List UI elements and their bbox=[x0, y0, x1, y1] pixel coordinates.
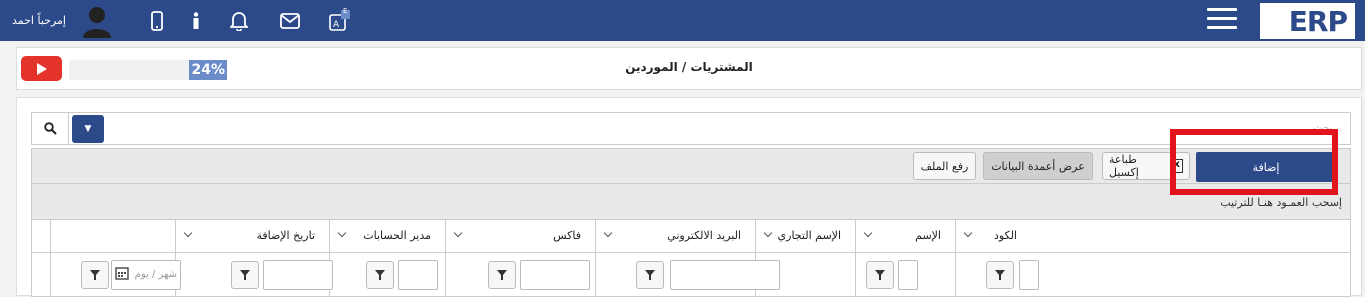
group-panel[interactable]: إسحب العمـود هنـا للترتيب bbox=[31, 184, 1351, 220]
mobile-icon[interactable] bbox=[150, 10, 164, 32]
group-hint: إسحب العمـود هنـا للترتيب bbox=[1220, 196, 1342, 209]
filter-cell-date-added: شهر / يوم bbox=[81, 253, 329, 296]
excel-button-label: طباعة إكسيل bbox=[1109, 153, 1139, 179]
filter-cell-fax bbox=[366, 253, 595, 296]
page-header: 24% المشتريات / الموردين bbox=[16, 47, 1362, 90]
filter-icon[interactable] bbox=[866, 261, 894, 289]
top-navbar: ERP A E إمرحباً احمد bbox=[0, 0, 1365, 41]
grid-header: الكود الإسم الإسم التجاري البريد الالكتر… bbox=[31, 220, 1351, 253]
filter-icon[interactable] bbox=[986, 261, 1014, 289]
search-bar: ▼ بحث... bbox=[31, 112, 1351, 145]
user-avatar-icon[interactable] bbox=[82, 4, 112, 38]
page-title: المشتريات / الموردين bbox=[625, 60, 753, 74]
chevron-down-icon[interactable] bbox=[764, 230, 773, 239]
column-header-trade-name[interactable]: الإسم التجاري bbox=[755, 220, 855, 252]
chevron-down-icon[interactable] bbox=[184, 230, 193, 239]
upload-file-button[interactable]: رفع الملف bbox=[913, 152, 976, 180]
search-hint: بحث... bbox=[1313, 123, 1342, 134]
language-icon[interactable]: A E bbox=[328, 7, 352, 32]
column-header-name[interactable]: الإسم bbox=[855, 220, 955, 252]
chevron-down-icon[interactable] bbox=[338, 230, 347, 239]
search-options-dropdown[interactable]: ▼ bbox=[72, 115, 104, 143]
search-icon bbox=[43, 122, 57, 135]
chevron-down-icon[interactable] bbox=[964, 230, 973, 239]
bell-icon[interactable] bbox=[229, 10, 249, 32]
grid-filter-row: شهر / يوم bbox=[31, 253, 1351, 297]
column-header-account-manager[interactable]: مدير الحسابات bbox=[329, 220, 445, 252]
user-greeting[interactable]: إمرحباً احمد bbox=[12, 14, 66, 27]
mail-icon[interactable] bbox=[279, 10, 301, 32]
language-badge: E bbox=[343, 7, 348, 15]
filter-cell-code bbox=[955, 253, 1039, 296]
filter-input-code[interactable] bbox=[1019, 260, 1039, 290]
export-excel-button[interactable]: طباعة إكسيل bbox=[1102, 152, 1190, 180]
filter-cell-name bbox=[855, 253, 955, 296]
chevron-down-icon[interactable] bbox=[604, 230, 613, 239]
add-button[interactable]: إضافة bbox=[1196, 152, 1336, 182]
column-header-code[interactable]: الكود bbox=[955, 220, 1031, 252]
caret-down-icon: ▼ bbox=[84, 124, 92, 134]
filter-cell-trade-name bbox=[636, 253, 855, 296]
column-chooser-button[interactable]: عرض أعمدة البيانات bbox=[983, 152, 1093, 180]
column-header-fax[interactable]: فاكس bbox=[445, 220, 595, 252]
chevron-down-icon[interactable] bbox=[864, 230, 873, 239]
column-header-date-added[interactable]: تاريخ الإضافة bbox=[175, 220, 329, 252]
chevron-down-icon[interactable] bbox=[454, 230, 463, 239]
filter-cell-email bbox=[488, 253, 755, 296]
grid-toolbar: إضافة طباعة إكسيل عرض أعمدة البيانات رفع… bbox=[31, 148, 1351, 184]
info-icon[interactable] bbox=[190, 10, 202, 32]
column-header-email[interactable]: البريد الالكتروني bbox=[595, 220, 755, 252]
brand-text: ERP bbox=[1288, 5, 1348, 38]
svg-text:A: A bbox=[333, 20, 340, 30]
filter-cell-spacer bbox=[50, 253, 175, 296]
menu-toggle-button[interactable] bbox=[1207, 8, 1237, 30]
erp-logo[interactable]: ERP bbox=[1260, 3, 1355, 39]
column-header-spacer bbox=[50, 220, 175, 252]
excel-icon bbox=[1169, 159, 1183, 173]
content-panel: ▼ بحث... إضافة طباعة إكسيل عرض أعمدة الب… bbox=[16, 97, 1362, 297]
filter-cell-account-manager bbox=[231, 253, 445, 296]
search-button[interactable] bbox=[32, 113, 69, 144]
filter-input-name[interactable] bbox=[898, 260, 918, 290]
